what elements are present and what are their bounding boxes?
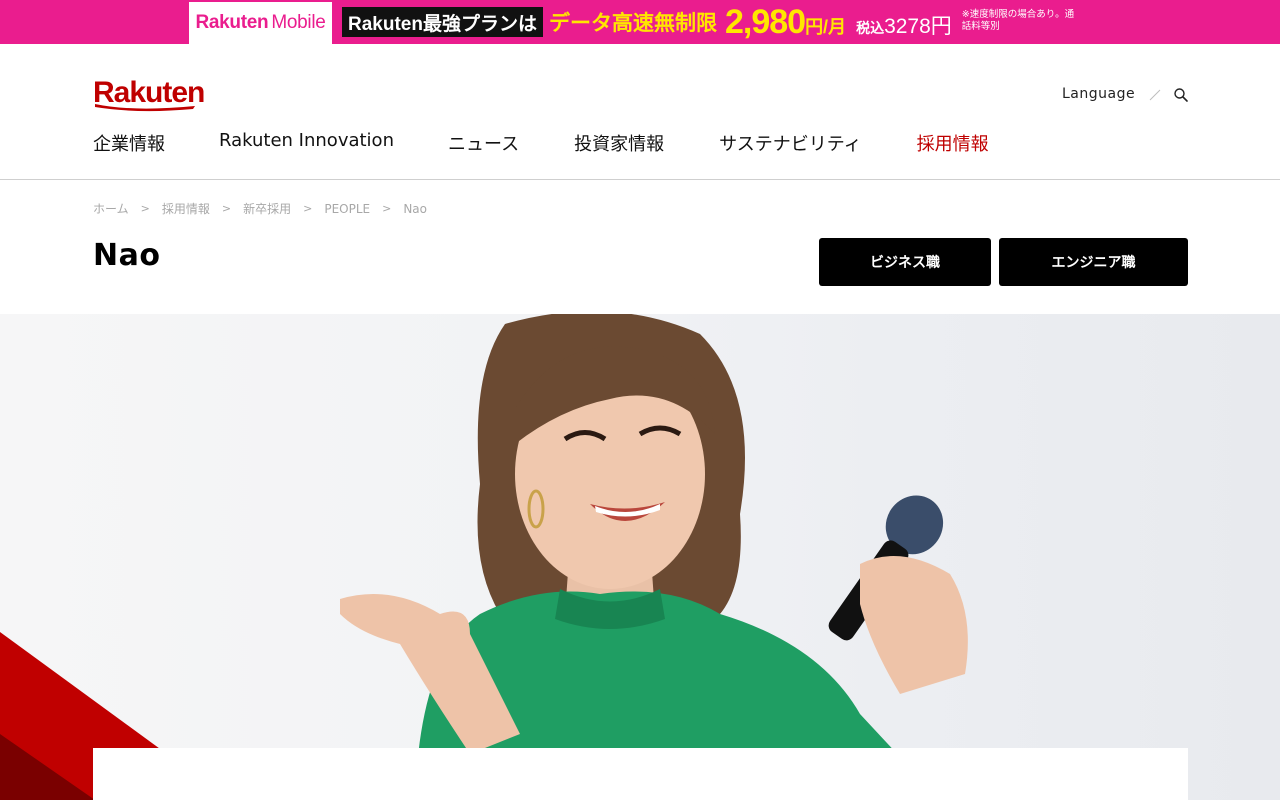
chevron-right-icon: > bbox=[221, 202, 232, 215]
content-card bbox=[93, 748, 1188, 800]
hero-portrait bbox=[0, 314, 968, 800]
promo-tax: 税込3278円 bbox=[856, 15, 952, 38]
breadcrumb: ホーム > 採用情報 > 新卒採用 > PEOPLE > Nao bbox=[93, 200, 427, 217]
promo-unit: 円/月 bbox=[805, 17, 847, 37]
page-title: Nao bbox=[93, 238, 161, 273]
logo-swoosh bbox=[95, 104, 195, 112]
nav-item-news[interactable]: ニュース bbox=[448, 130, 519, 156]
promo-headline: データ高速無制限 bbox=[548, 12, 717, 35]
nav-item-careers[interactable]: 採用情報 bbox=[917, 130, 989, 156]
global-nav: 企業情報 Rakuten Innovation ニュース 投資家情報 サステナビ… bbox=[93, 130, 989, 156]
chevron-right-icon: > bbox=[303, 202, 313, 215]
breadcrumb-careers[interactable]: 採用情報 bbox=[162, 200, 210, 217]
breadcrumb-new-grad[interactable]: 新卒採用 bbox=[243, 200, 291, 217]
promo-price: 2,980 bbox=[724, 2, 806, 41]
business-role-button[interactable]: ビジネス職 bbox=[819, 238, 991, 286]
nav-item-innovation[interactable]: Rakuten Innovation bbox=[219, 130, 394, 156]
chevron-right-icon: > bbox=[140, 202, 150, 215]
divider-slash bbox=[1149, 89, 1161, 101]
nav-item-sustainability[interactable]: サステナビリティ bbox=[719, 130, 862, 156]
breadcrumb-home[interactable]: ホーム bbox=[93, 200, 129, 217]
header-divider bbox=[0, 179, 1280, 180]
hero-image bbox=[0, 314, 1280, 800]
promo-banner[interactable]: Rakuten Mobile Rakuten最強プランは データ高速無制限 2,9… bbox=[0, 0, 1280, 44]
promo-plan-label: Rakuten最強プランは bbox=[342, 7, 543, 37]
nav-item-corporate[interactable]: 企業情報 bbox=[93, 130, 165, 156]
breadcrumb-people[interactable]: PEOPLE bbox=[324, 202, 370, 216]
engineer-role-button[interactable]: エンジニア職 bbox=[999, 238, 1188, 286]
chevron-right-icon: > bbox=[382, 202, 392, 215]
breadcrumb-current: Nao bbox=[403, 201, 427, 216]
promo-note: ※速度制限の場合あり。通話料等別 bbox=[961, 9, 1075, 32]
language-link[interactable]: Language bbox=[1062, 86, 1135, 102]
rakuten-mobile-logo: Rakuten Mobile bbox=[189, 1, 332, 44]
search-icon[interactable] bbox=[1173, 87, 1189, 103]
nav-item-ir[interactable]: 投資家情報 bbox=[574, 130, 664, 156]
